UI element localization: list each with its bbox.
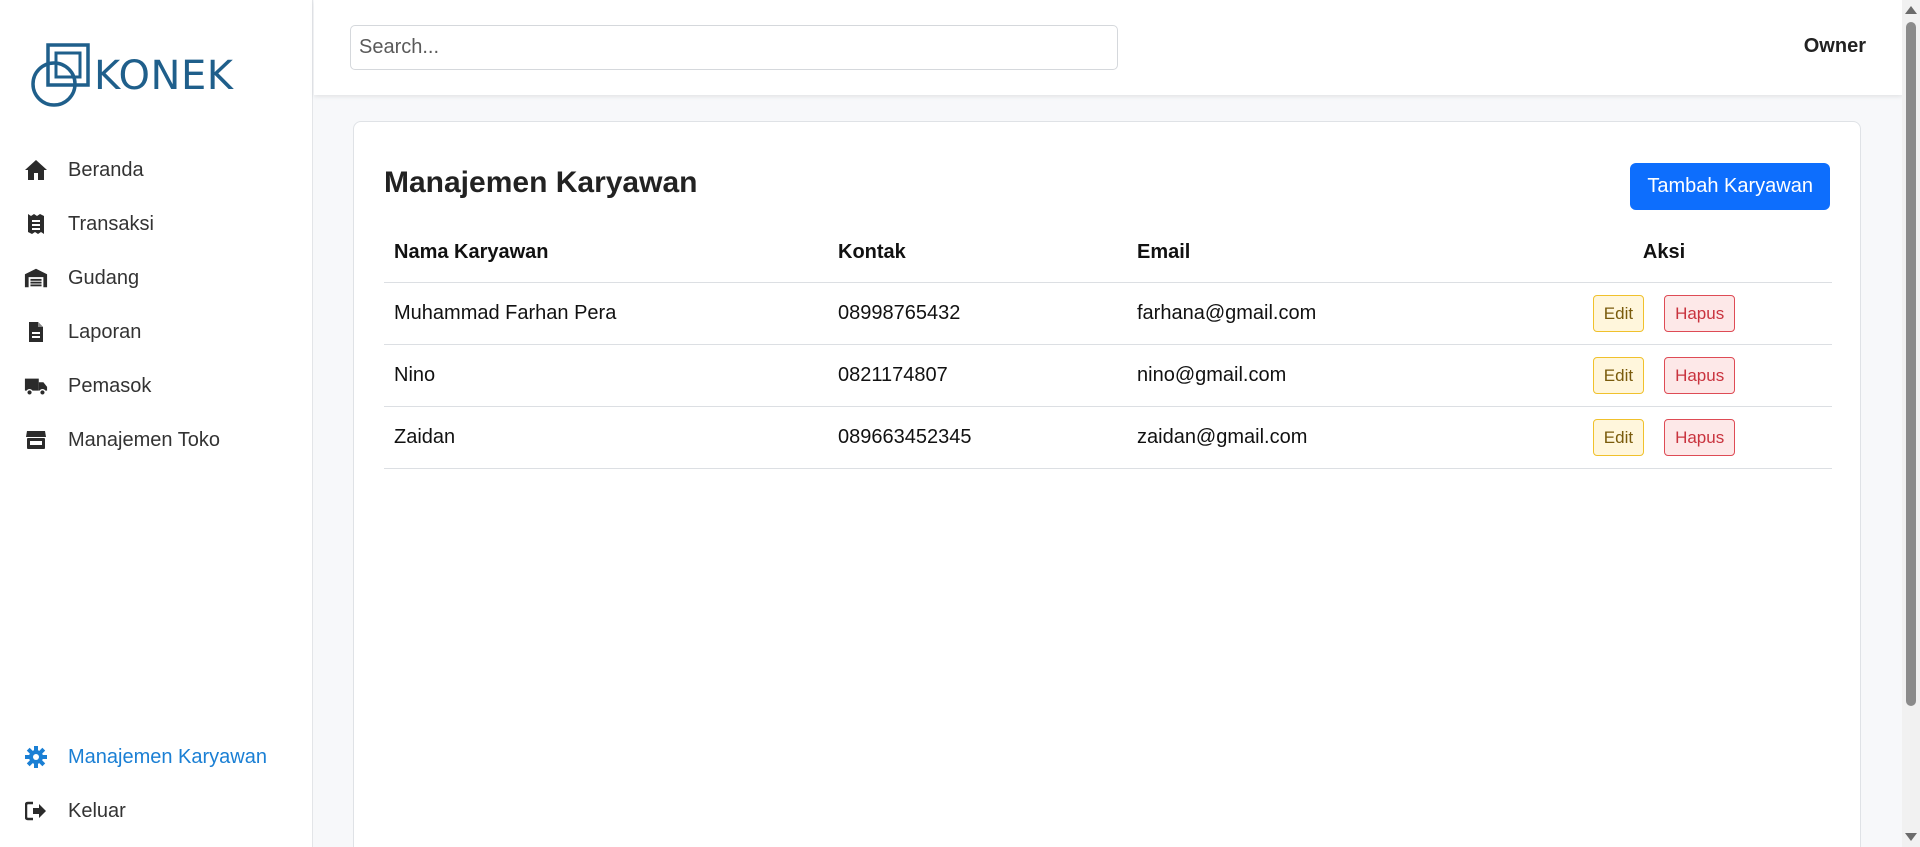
sidebar-item-gudang[interactable]: Gudang	[0, 251, 312, 305]
scrollbar-thumb[interactable]	[1906, 22, 1916, 706]
logo-mark-icon	[31, 43, 90, 107]
employee-name: Muhammad Farhan Pera	[394, 302, 617, 324]
sidebar-item-label: Pemasok	[68, 374, 152, 397]
employee-email: farhana@gmail.com	[1137, 302, 1317, 324]
delete-button[interactable]: Hapus	[1664, 295, 1736, 332]
sidebar-item-label: Laporan	[68, 320, 142, 343]
scroll-down-arrow-icon[interactable]	[1905, 833, 1917, 841]
column-header-email: Email	[1137, 240, 1191, 263]
sidebar-item-label: Gudang	[68, 266, 140, 289]
topbar: Owner	[314, 0, 1902, 95]
brand-logo[interactable]: KONEK	[28, 40, 233, 110]
sidebar-item-keluar[interactable]: Keluar	[0, 784, 312, 838]
brand-name: KONEK	[94, 53, 234, 99]
truck-icon	[24, 374, 48, 398]
row-actions: Edit Hapus	[1496, 407, 1832, 468]
sidebar-item-label: Transaksi	[68, 212, 154, 235]
warehouse-icon	[24, 266, 48, 290]
sidebar-item-label: Manajemen Toko	[68, 428, 220, 451]
employee-management-card: Manajemen Karyawan Tambah Karyawan Nama …	[353, 121, 1861, 847]
column-header-name: Nama Karyawan	[394, 240, 549, 263]
delete-button[interactable]: Hapus	[1664, 357, 1736, 394]
page-scrollbar[interactable]	[1902, 0, 1920, 847]
sidebar-bottom-nav: Manajemen Karyawan Keluar	[0, 730, 312, 838]
table-row: Nino 0821174807 nino@gmail.com Edit Hapu…	[384, 345, 1832, 407]
add-employee-button[interactable]: Tambah Karyawan	[1630, 163, 1830, 210]
edit-button[interactable]: Edit	[1592, 419, 1645, 456]
file-icon	[24, 320, 48, 344]
employee-name: Zaidan	[394, 426, 456, 448]
sidebar-item-transaksi[interactable]: Transaksi	[0, 197, 312, 251]
employee-contact: 08998765432	[838, 302, 961, 324]
delete-button[interactable]: Hapus	[1664, 419, 1736, 456]
edit-button[interactable]: Edit	[1592, 295, 1645, 332]
sidebar: KONEK Beranda Transaksi Gudang Laporan P…	[0, 0, 313, 847]
sidebar-item-pemasok[interactable]: Pemasok	[0, 359, 312, 413]
table-header: Nama Karyawan Kontak Email Aksi	[384, 222, 1832, 283]
receipt-icon	[24, 212, 48, 236]
employee-contact: 089663452345	[838, 426, 972, 448]
store-icon	[24, 428, 48, 452]
sidebar-item-manajemen-toko[interactable]: Manajemen Toko	[0, 413, 312, 467]
scroll-up-arrow-icon[interactable]	[1905, 6, 1917, 14]
employee-email: zaidan@gmail.com	[1137, 426, 1308, 448]
employee-name: Nino	[394, 364, 436, 386]
employee-table: Nama Karyawan Kontak Email Aksi Muhammad…	[384, 222, 1832, 469]
sign-out-icon	[24, 799, 48, 823]
home-icon	[24, 158, 48, 182]
user-role-label[interactable]: Owner	[1804, 35, 1866, 58]
row-actions: Edit Hapus	[1496, 283, 1832, 344]
search-input[interactable]	[350, 25, 1118, 70]
sidebar-item-label: Keluar	[68, 799, 126, 822]
gear-icon	[24, 745, 48, 769]
page-title: Manajemen Karyawan	[384, 166, 698, 199]
column-header-contact: Kontak	[838, 240, 906, 263]
table-row: Muhammad Farhan Pera 08998765432 farhana…	[384, 283, 1832, 345]
sidebar-nav: Beranda Transaksi Gudang Laporan Pemasok	[0, 143, 312, 467]
edit-button[interactable]: Edit	[1592, 357, 1645, 394]
column-header-actions: Aksi	[1642, 240, 1686, 263]
table-row: Zaidan 089663452345 zaidan@gmail.com Edi…	[384, 407, 1832, 469]
sidebar-item-manajemen-karyawan[interactable]: Manajemen Karyawan	[0, 730, 312, 784]
sidebar-item-laporan[interactable]: Laporan	[0, 305, 312, 359]
row-actions: Edit Hapus	[1496, 345, 1832, 406]
sidebar-item-label: Manajemen Karyawan	[68, 745, 267, 768]
sidebar-item-beranda[interactable]: Beranda	[0, 143, 312, 197]
employee-contact: 0821174807	[838, 364, 948, 386]
sidebar-item-label: Beranda	[68, 158, 144, 181]
employee-email: nino@gmail.com	[1137, 364, 1287, 386]
